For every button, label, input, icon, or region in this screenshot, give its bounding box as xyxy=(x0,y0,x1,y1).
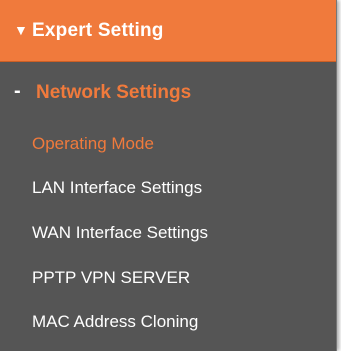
menu-item-wan-interface-settings[interactable]: WAN Interface Settings xyxy=(32,213,208,253)
triangle-down-icon: ▼ xyxy=(14,21,28,38)
menu-item-operating-mode[interactable]: Operating Mode xyxy=(32,124,154,164)
expert-setting-header[interactable]: ▼ Expert Setting xyxy=(0,0,336,62)
menu-item-pptp-vpn-server[interactable]: PPTP VPN SERVER xyxy=(32,258,190,298)
menu-item-mac-address-cloning[interactable]: MAC Address Cloning xyxy=(32,302,198,342)
menu-item-lan-interface-settings[interactable]: LAN Interface Settings xyxy=(32,168,202,208)
section-label: Network Settings xyxy=(36,82,192,103)
header-label: Expert Setting xyxy=(32,19,164,41)
network-settings-section[interactable]: - Network Settings xyxy=(0,62,336,124)
side-menu: ▼ Expert Setting - Network Settings Oper… xyxy=(0,0,337,351)
collapse-dash-icon: - xyxy=(14,80,21,102)
